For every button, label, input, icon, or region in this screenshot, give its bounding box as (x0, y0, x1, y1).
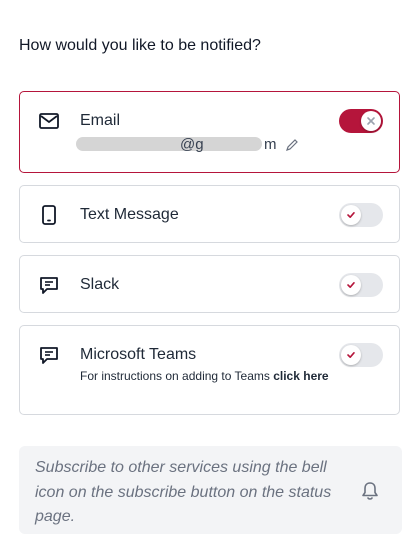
text-message-toggle[interactable] (339, 203, 383, 227)
check-icon (341, 275, 361, 295)
text-message-option-card[interactable]: Text Message (19, 185, 400, 243)
microsoft-teams-option-card[interactable]: Microsoft Teams For instructions on addi… (19, 325, 400, 415)
pencil-icon[interactable] (285, 138, 299, 152)
email-label: Email (80, 112, 121, 129)
redacted-email (76, 137, 262, 151)
check-icon (341, 345, 361, 365)
microsoft-teams-toggle[interactable] (339, 343, 383, 367)
microsoft-teams-label: Microsoft Teams (80, 346, 197, 363)
phone-icon (38, 204, 60, 226)
email-option-card[interactable]: Email @g m (19, 91, 400, 173)
teams-instructions: For instructions on adding to Teams clic… (80, 369, 329, 383)
email-toggle[interactable] (339, 109, 383, 133)
slack-toggle[interactable] (339, 273, 383, 297)
teams-instructions-link[interactable]: click here (273, 369, 328, 383)
subscribe-info-box: Subscribe to other services using the be… (19, 446, 402, 534)
bell-icon (359, 480, 381, 502)
subscribe-info-text: Subscribe to other services using the be… (35, 459, 332, 525)
email-address-fragment: @g m (180, 136, 277, 153)
slack-label: Slack (80, 276, 120, 293)
close-icon (361, 111, 381, 131)
check-icon (341, 205, 361, 225)
chat-icon (38, 344, 60, 366)
slack-option-card[interactable]: Slack (19, 255, 400, 313)
mail-icon (38, 110, 60, 132)
chat-icon (38, 274, 60, 296)
page-title: How would you like to be notified? (19, 37, 261, 54)
text-message-label: Text Message (80, 206, 179, 223)
